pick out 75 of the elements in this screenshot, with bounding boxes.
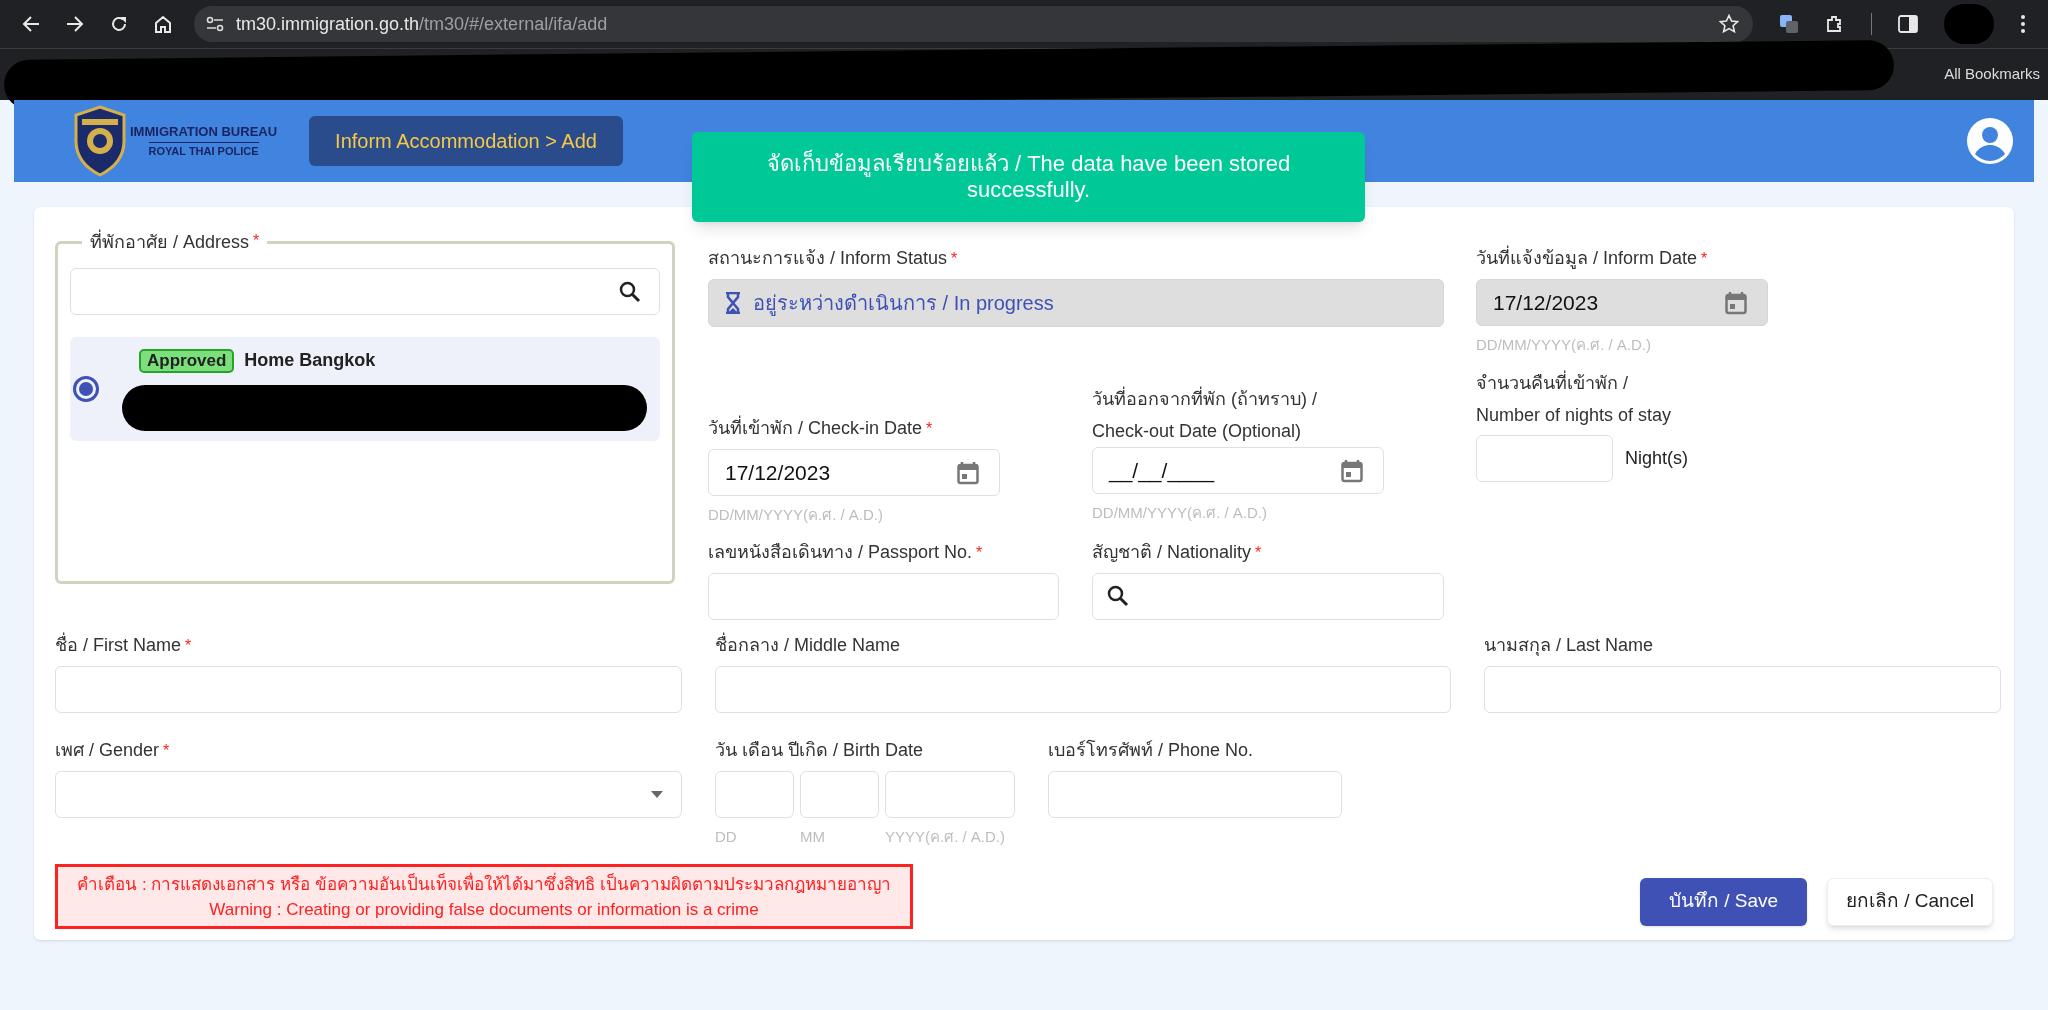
reload-icon[interactable] [110,15,128,33]
search-icon[interactable] [1107,585,1129,607]
dropdown-caret-icon[interactable] [651,790,663,798]
date-part-field[interactable] [715,770,794,818]
breadcrumb: Inform Accommodation > Add [309,116,623,166]
field-label: วันที่ออกจากที่พัก (ถ้าทราบ) / Check-out Date (Optional) [1092,383,1337,447]
required-asterisk: * [1701,249,1708,269]
format-hint: DD/MM/YYYY(ค.ศ. / A.D.) [708,505,883,525]
address-bar[interactable]: tm30.immigration.go.th/tm30/#/external/ifa/add [194,6,1753,42]
text-field[interactable] [1476,434,1613,482]
logo-title: IMMIGRATION BUREAU [130,124,278,140]
radio-button[interactable] [73,376,99,402]
format-hint: MM [800,826,825,847]
required-asterisk: * [926,419,933,439]
field-label: สถานะการแจ้ง / Inform Status [708,247,948,270]
calendar-icon[interactable] [1341,458,1363,483]
calendar-icon[interactable] [957,460,979,485]
success-toast: จัดเก็บข้อมูลเรียบร้อยแล้ว / The data have been stored successfully. [692,132,1365,222]
text-field[interactable] [1484,665,2001,713]
field-label: วันที่แจ้งข้อมูล / Inform Date [1476,245,1698,271]
hourglass-icon [725,292,741,314]
url-text: tm30.immigration.go.th/tm30/#/external/ifa/add [236,12,608,36]
required-asterisk: * [976,542,983,563]
format-hint: DD/MM/YYYY(ค.ศ. / A.D.) [1092,503,1267,523]
site-settings-icon[interactable] [206,16,224,32]
required-asterisk: * [1255,542,1262,563]
format-hint: YYYY(ค.ศ. / A.D.) [885,826,1006,847]
logo-subtitle: ROYAL THAI POLICE [148,142,259,158]
user-avatar-icon[interactable] [1966,117,2014,165]
date-field[interactable]: __/__/____ [1092,447,1384,494]
field-label: จำนวนคืนที่เข้าพัก / Number of nights of stay [1476,369,1673,427]
field-label: นามสกุล / Last Name [1484,633,1654,658]
field-label: เพศ / Gender [55,738,160,762]
date-field[interactable]: 17/12/2023 [708,449,1000,496]
text-field[interactable] [55,665,682,713]
format-hint: DD/MM/YYYY(ค.ศ. / A.D.) [1476,335,1651,355]
field-label: เลขหนังสือเดินทาง / Passport No. [708,540,973,564]
menu-icon[interactable] [2020,14,2026,34]
text-field[interactable] [708,572,1059,620]
text-field[interactable] [715,665,1451,713]
required-asterisk: * [185,635,192,656]
home-icon[interactable] [154,15,172,33]
required-asterisk: * [253,232,260,249]
cancel-button[interactable]: ยกเลิก / Cancel [1827,877,1993,926]
warning-text: Warning : Creating or providing false documents or information is a crime [209,898,759,921]
address-name: Home Bangkok [244,349,376,372]
save-button[interactable]: บันทึก / Save [1640,877,1807,926]
field-label: ชื่อกลาง / Middle Name [715,631,901,657]
date-part-field[interactable] [800,770,879,818]
nationality-field[interactable] [1092,572,1444,620]
address-option[interactable]: Approved Home Bangkok [70,337,660,441]
side-panel-icon[interactable] [1898,15,1918,33]
search-icon[interactable] [619,280,641,303]
translate-icon[interactable] [1779,14,1799,34]
required-asterisk: * [951,249,958,269]
unit-label: Night(s) [1625,446,1688,470]
redaction-scribble [1944,4,1994,44]
warning-text: คำเตือน : การแสดงเอกสาร หรือ ข้อความอันเป็นเท็จเพื่อให้ได้มาซึ่งสิทธิ เป็นความผิดตามประมวลกฎหมายอาญา [77,871,891,896]
field-label: วัน เดือน ปีเกิด / Birth Date [715,738,924,762]
status-field: อยู่ระหว่างดำเนินการ / In progress [708,279,1444,327]
bookmarks-label[interactable]: All Bookmarks [1944,63,2040,86]
bookmark-star-icon[interactable] [1719,14,1739,34]
status-badge: Approved [139,348,235,373]
forward-icon[interactable] [66,15,84,33]
format-hint: DD [715,826,737,847]
required-asterisk: * [163,740,170,761]
address-search-field[interactable] [70,268,660,315]
date-part-field[interactable] [885,770,1015,818]
field-label: สัญชาติ / Nationality [1092,540,1252,564]
back-icon[interactable] [22,15,40,33]
field-label: ชื่อ / First Name [55,631,181,657]
police-badge-logo [72,105,128,177]
field-label: วันที่เข้าพัก / Check-in Date [708,415,923,441]
text-field[interactable] [1048,770,1342,818]
field-label: เบอร์โทรศัพท์ / Phone No. [1048,738,1254,762]
